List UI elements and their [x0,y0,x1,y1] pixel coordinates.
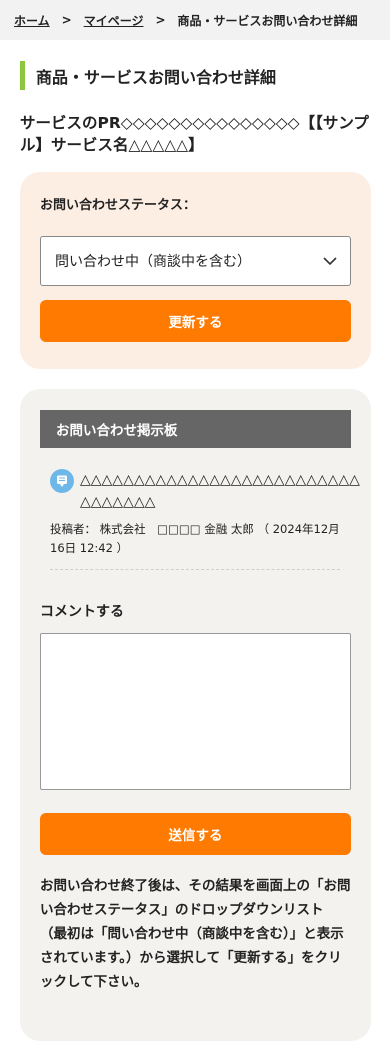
instruction-note: お問い合わせ終了後は、その結果を画面上の「お問い合わせステータス」のドロップダウ… [40,874,355,994]
divider [50,569,340,570]
breadcrumb-separator: > [155,13,166,27]
chevron-down-icon [323,257,337,266]
instruction-line: （最初は「問い合わせ中（商談中を含む）」と表示されています。）から選択して「更新… [40,926,344,990]
breadcrumb-mypage-link[interactable]: マイページ [84,12,144,29]
page-title: 商品・サービスお問い合わせ詳細 [20,61,370,90]
breadcrumb: ホーム > マイページ > 商品・サービスお問い合わせ詳細 [0,0,390,40]
instruction-line: お問い合わせ終了後は、その結果を画面上の「お問い合わせステータス」のドロップダウ… [40,878,351,918]
service-name: サービスのPR◇◇◇◇◇◇◇◇◇◇◇◇◇◇◇【【サンプル】サービス名△△△△△】 [20,114,369,154]
breadcrumb-home-link[interactable]: ホーム [14,12,50,29]
status-select-value: 問い合わせ中（商談中を含む） [55,254,251,270]
comment-input[interactable] [40,633,351,790]
status-panel: お問い合わせステータス： 問い合わせ中（商談中を含む） 更新する [20,172,371,369]
status-select[interactable]: 問い合わせ中（商談中を含む） [40,236,351,286]
comment-label: コメントする [40,604,124,620]
post-meta: 投稿者： 株式会社 □□□□ 金融 太郎 （ 2024年12月16日 12:42… [50,522,340,555]
speech-bubble-icon [50,469,74,493]
post-title: △△△△△△△△△△△△△△△△△△△△△△△△△△△△△△△△△ [80,472,360,510]
breadcrumb-current: 商品・サービスお問い合わせ詳細 [177,13,358,28]
status-label: お問い合わせステータス： [40,198,197,213]
inquiry-board-panel: お問い合わせ掲示板 △△△△△△△△△△△△△△△△△△△△△△△△△△△△△△… [20,389,371,1041]
breadcrumb-separator: > [61,13,72,27]
update-button[interactable]: 更新する [40,300,351,342]
board-header: お問い合わせ掲示板 [40,410,351,448]
send-button[interactable]: 送信する [40,813,351,855]
